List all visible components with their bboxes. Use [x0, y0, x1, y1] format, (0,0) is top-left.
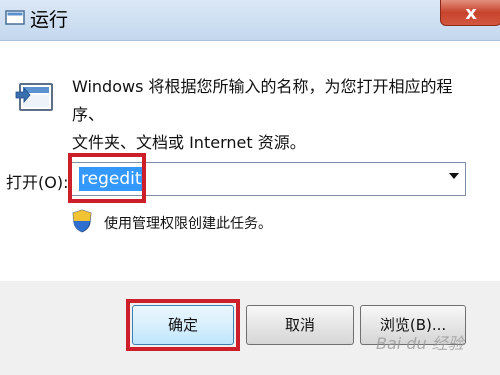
dialog-body: Windows 将根据您所输入的名称，为您打开相应的程序、 文件夹、文档或 In…	[0, 41, 500, 281]
window-title: 运行	[30, 9, 69, 31]
shield-icon	[72, 209, 92, 233]
open-label: 打开(O):	[6, 173, 69, 192]
close-icon: x	[465, 3, 477, 24]
run-dialog: 运行 x Windows 将根据您所输入的名称，为您打开相应的程序、 文件夹、文…	[0, 0, 500, 375]
close-button[interactable]: x	[440, 0, 500, 26]
title-icon	[5, 10, 25, 25]
annotation-highlight-ok	[126, 299, 240, 351]
chevron-down-icon[interactable]	[449, 173, 459, 179]
description-line-1: Windows 将根据您所输入的名称，为您打开相应的程序、	[72, 77, 453, 124]
admin-rights-note: 使用管理权限创建此任务。	[104, 216, 272, 232]
watermark: Bai du 经验	[376, 334, 464, 353]
title-bar[interactable]: 运行 x	[0, 0, 500, 41]
annotation-highlight-input	[68, 153, 146, 203]
description: Windows 将根据您所输入的名称，为您打开相应的程序、 文件夹、文档或 In…	[72, 73, 482, 157]
cancel-button[interactable]: 取消	[246, 305, 354, 345]
run-icon	[15, 83, 53, 111]
